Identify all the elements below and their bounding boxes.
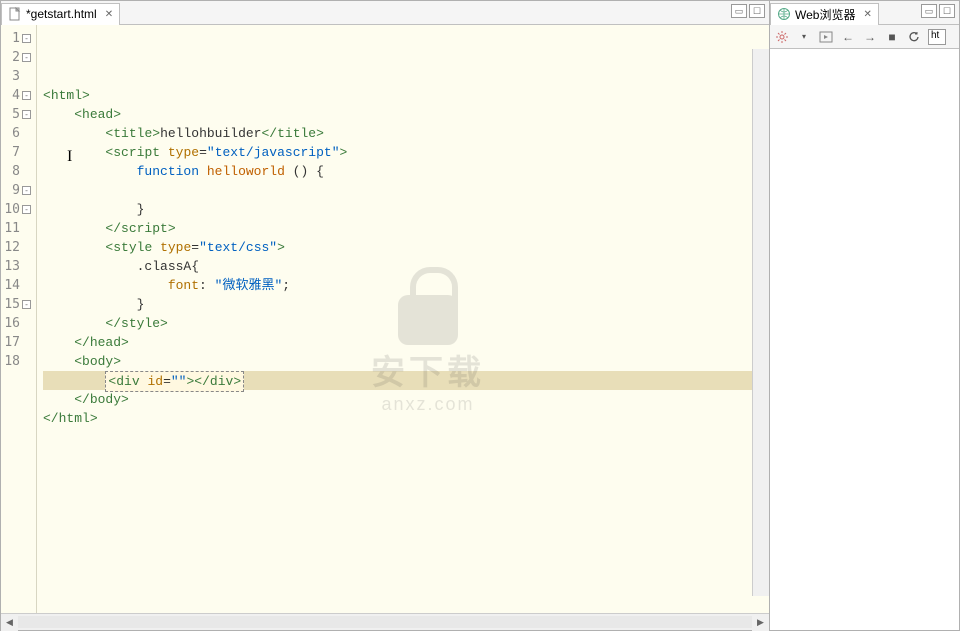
- fold-marker[interactable]: -: [22, 110, 31, 119]
- scroll-left-arrow[interactable]: ◀: [1, 614, 18, 631]
- gutter-line: 8: [1, 162, 34, 181]
- code-area[interactable]: <html> <head> <title>hellohbuilder</titl…: [37, 25, 769, 613]
- browser-toolbar: ▾ ← → ■ ht: [770, 25, 959, 49]
- line-gutter: 1-2-34-5-6789-10-1112131415-161718: [1, 25, 37, 613]
- editor-pane: *getstart.html ✕ ▭ ☐ 1-2-34-5-6789-10-11…: [0, 0, 770, 631]
- play-icon[interactable]: [818, 29, 834, 45]
- url-input[interactable]: ht: [928, 29, 946, 45]
- gutter-line: 2-: [1, 48, 34, 67]
- forward-icon[interactable]: →: [862, 29, 878, 45]
- fold-marker[interactable]: -: [22, 91, 31, 100]
- browser-tab-label: Web浏览器: [795, 6, 855, 23]
- code-line[interactable]: <div id=""></div>: [43, 371, 769, 390]
- globe-icon: [777, 7, 791, 21]
- minimize-pane-button[interactable]: ▭: [921, 4, 937, 18]
- editor-tab-bar: *getstart.html ✕ ▭ ☐: [1, 1, 769, 25]
- gutter-line: 14: [1, 276, 34, 295]
- code-line[interactable]: }: [43, 200, 769, 219]
- pane-controls: ▭ ☐: [921, 4, 955, 18]
- vertical-scrollbar[interactable]: [752, 49, 769, 596]
- browser-content: [770, 49, 959, 630]
- maximize-pane-button[interactable]: ☐: [749, 4, 765, 18]
- close-icon[interactable]: ✕: [863, 9, 871, 20]
- minimize-pane-button[interactable]: ▭: [731, 4, 747, 18]
- horizontal-scrollbar[interactable]: ◀ ▶: [1, 613, 769, 630]
- refresh-icon[interactable]: [906, 29, 922, 45]
- code-line[interactable]: <head>: [43, 105, 769, 124]
- code-line[interactable]: <title>hellohbuilder</title>: [43, 124, 769, 143]
- close-icon[interactable]: ✕: [105, 9, 113, 20]
- file-icon: [8, 7, 22, 21]
- code-line[interactable]: </body>: [43, 390, 769, 409]
- pane-controls: ▭ ☐: [731, 4, 765, 18]
- code-line[interactable]: .classA{: [43, 257, 769, 276]
- code-line[interactable]: <html>: [43, 86, 769, 105]
- gutter-line: 1-: [1, 29, 34, 48]
- gutter-line: 5-: [1, 105, 34, 124]
- gutter-line: 7: [1, 143, 34, 162]
- gutter-line: 6: [1, 124, 34, 143]
- gutter-line: 12: [1, 238, 34, 257]
- code-line[interactable]: </style>: [43, 314, 769, 333]
- gutter-line: 18: [1, 352, 34, 371]
- editor-tab-label: *getstart.html: [26, 7, 97, 21]
- browser-tab[interactable]: Web浏览器 ✕: [770, 3, 879, 25]
- back-icon[interactable]: ←: [840, 29, 856, 45]
- code-line[interactable]: </script>: [43, 219, 769, 238]
- gutter-line: 15-: [1, 295, 34, 314]
- code-line[interactable]: function helloworld () {: [43, 162, 769, 181]
- code-line[interactable]: }: [43, 295, 769, 314]
- selection-box: <div id=""></div>: [105, 371, 244, 392]
- stop-icon[interactable]: ■: [884, 29, 900, 45]
- browser-pane: Web浏览器 ✕ ▭ ☐ ▾ ← → ■ ht: [770, 0, 960, 631]
- maximize-pane-button[interactable]: ☐: [939, 4, 955, 18]
- gutter-line: 11: [1, 219, 34, 238]
- fold-marker[interactable]: -: [22, 205, 31, 214]
- browser-tab-bar: Web浏览器 ✕ ▭ ☐: [770, 1, 959, 25]
- code-line[interactable]: font: "微软雅黑";: [43, 276, 769, 295]
- fold-marker[interactable]: -: [22, 300, 31, 309]
- code-line[interactable]: </head>: [43, 333, 769, 352]
- editor-tab[interactable]: *getstart.html ✕: [1, 3, 120, 25]
- gutter-line: 13: [1, 257, 34, 276]
- gutter-line: 10-: [1, 200, 34, 219]
- code-line[interactable]: <script type="text/javascript">: [43, 143, 769, 162]
- fold-marker[interactable]: -: [22, 186, 31, 195]
- code-line[interactable]: </html>: [43, 409, 769, 428]
- editor-area[interactable]: 1-2-34-5-6789-10-1112131415-161718 <html…: [1, 25, 769, 613]
- gutter-line: 4-: [1, 86, 34, 105]
- scroll-right-arrow[interactable]: ▶: [752, 614, 769, 631]
- code-line[interactable]: <body>: [43, 352, 769, 371]
- fold-marker[interactable]: -: [22, 53, 31, 62]
- gear-icon[interactable]: [774, 29, 790, 45]
- code-line[interactable]: <style type="text/css">: [43, 238, 769, 257]
- gutter-line: 17: [1, 333, 34, 352]
- gutter-line: 16: [1, 314, 34, 333]
- gutter-line: 3: [1, 67, 34, 86]
- fold-marker[interactable]: -: [22, 34, 31, 43]
- code-line[interactable]: [43, 181, 769, 200]
- gutter-line: 9-: [1, 181, 34, 200]
- text-cursor: I: [67, 147, 72, 166]
- dropdown-icon[interactable]: ▾: [796, 29, 812, 45]
